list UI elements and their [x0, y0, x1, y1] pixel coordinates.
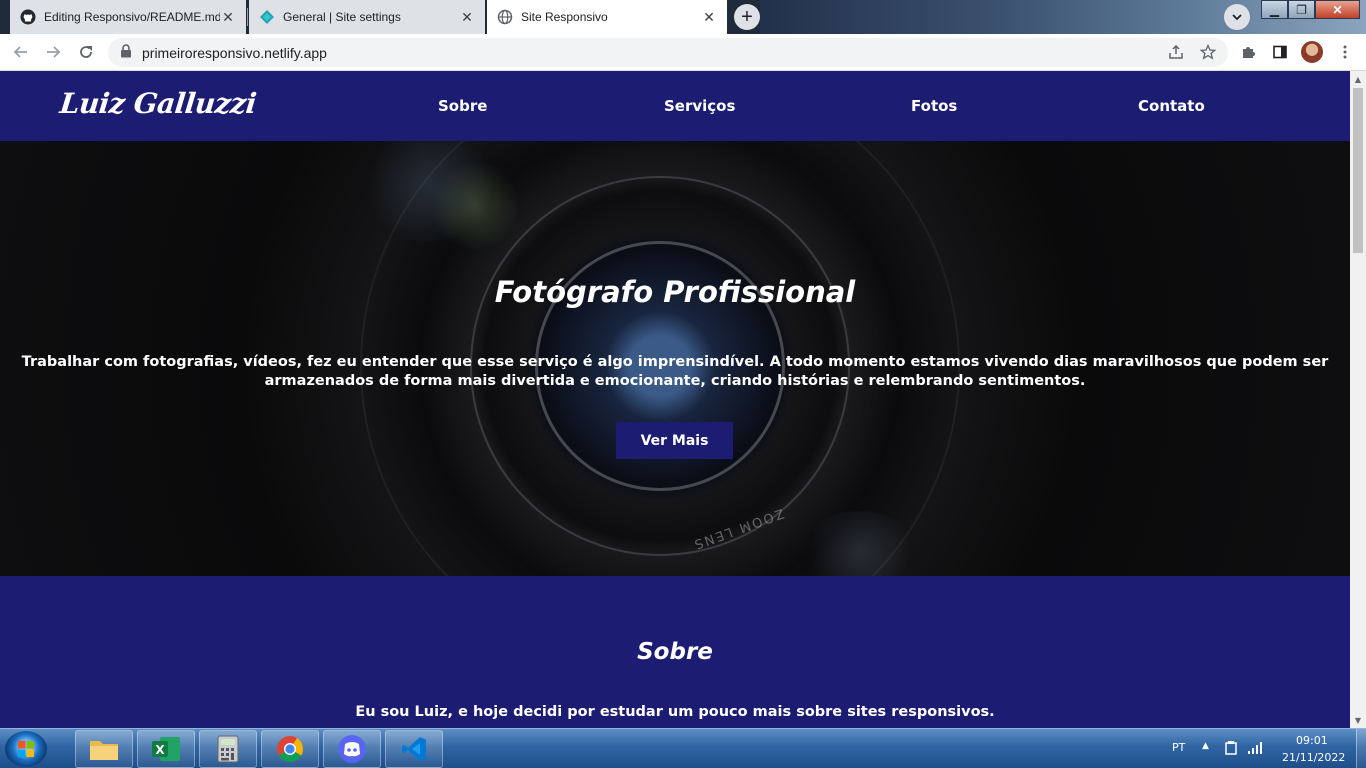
action-center-icon[interactable] — [1224, 740, 1238, 759]
close-tab-icon[interactable]: ✕ — [459, 9, 475, 25]
hero-title: Fotógrafo Profissional — [494, 275, 856, 309]
about-text: Eu sou Luiz, e hoje decidi por estudar u… — [355, 704, 995, 720]
scroll-up-arrow-icon[interactable]: ▲ — [1350, 71, 1366, 87]
show-hidden-icons-icon[interactable]: ▲ — [1202, 741, 1209, 751]
profile-avatar[interactable] — [1301, 41, 1323, 63]
tab-search-button[interactable] — [1224, 4, 1250, 30]
close-tab-icon[interactable]: ✕ — [701, 9, 717, 25]
chrome-icon — [277, 736, 304, 763]
site-logo[interactable]: Luiz Galluzzi — [58, 87, 257, 120]
svg-text:X: X — [155, 743, 165, 757]
close-window-button[interactable]: ✕ — [1315, 0, 1360, 19]
arrow-left-icon — [13, 46, 27, 58]
taskbar-discord[interactable] — [323, 730, 381, 768]
tab-title: Site Responsivo — [521, 10, 608, 24]
site-navbar: Luiz Galluzzi Sobre Serviços Fotos Conta… — [0, 71, 1350, 141]
nav-link-servicos[interactable]: Serviços — [664, 97, 735, 115]
about-title: Sobre — [637, 639, 713, 665]
github-icon — [20, 9, 36, 25]
globe-icon — [497, 9, 513, 25]
taskbar-excel[interactable]: X — [137, 730, 195, 768]
taskbar-vscode[interactable] — [385, 730, 443, 768]
clock-time[interactable]: 09:01 — [1296, 734, 1328, 747]
nav-link-fotos[interactable]: Fotos — [911, 97, 957, 115]
chrome-menu-button[interactable] — [1333, 40, 1357, 64]
forward-button[interactable] — [41, 40, 65, 64]
tab-github-readme[interactable]: Editing Responsivo/README.md ✕ — [10, 0, 246, 34]
ver-mais-button[interactable]: Ver Mais — [616, 422, 733, 459]
restore-icon: ❐ — [1296, 2, 1307, 17]
nav-link-sobre[interactable]: Sobre — [438, 97, 487, 115]
extensions-button[interactable] — [1236, 40, 1260, 64]
start-button[interactable] — [5, 731, 47, 767]
calculator-icon — [217, 735, 239, 763]
more-vert-icon — [1343, 45, 1347, 59]
browser-tab-strip: Editing Responsivo/README.md ✕ General |… — [0, 0, 1366, 34]
page-viewport: Luiz Galluzzi Sobre Serviços Fotos Conta… — [0, 71, 1350, 728]
lock-icon — [120, 43, 132, 62]
browser-toolbar: primeiroresponsivo.netlify.app — [0, 34, 1366, 71]
tab-netlify-settings[interactable]: General | Site settings ✕ — [249, 0, 485, 34]
tab-title: Editing Responsivo/README.md — [44, 10, 220, 24]
back-button[interactable] — [9, 40, 33, 64]
tab-separator — [247, 8, 248, 26]
star-icon — [1200, 44, 1216, 60]
page-scrollbar[interactable]: ▲ ▼ — [1350, 71, 1366, 728]
bookmark-button[interactable] — [1196, 40, 1220, 64]
reload-button[interactable] — [74, 40, 98, 64]
show-desktop-button[interactable] — [1356, 729, 1366, 768]
url-text: primeiroresponsivo.netlify.app — [142, 44, 327, 61]
discord-icon — [338, 735, 366, 763]
vscode-icon — [402, 737, 426, 761]
folder-icon — [90, 741, 118, 760]
scroll-down-arrow-icon[interactable]: ▼ — [1350, 712, 1366, 728]
network-signal-icon[interactable] — [1247, 741, 1263, 758]
tab-site-responsivo[interactable]: Site Responsivo ✕ — [487, 0, 727, 34]
new-tab-button[interactable]: + — [734, 4, 760, 30]
close-icon: ✕ — [1332, 2, 1343, 17]
minimize-icon: ▁ — [1269, 2, 1280, 17]
share-icon — [1169, 44, 1183, 59]
chevron-down-icon — [1231, 8, 1243, 27]
scroll-thumb[interactable] — [1353, 88, 1363, 253]
share-button[interactable] — [1164, 40, 1188, 64]
close-tab-icon[interactable]: ✕ — [220, 9, 236, 25]
address-bar[interactable]: primeiroresponsivo.netlify.app — [108, 38, 1228, 67]
side-panel-icon — [1273, 45, 1287, 59]
excel-icon: X — [152, 737, 180, 761]
hero-description: Trabalhar com fotografias, vídeos, fez e… — [21, 354, 1329, 389]
taskbar-calculator[interactable] — [199, 730, 257, 768]
side-panel-button[interactable] — [1268, 40, 1292, 64]
clock-date[interactable]: 21/11/2022 — [1282, 751, 1345, 764]
about-section: Sobre Eu sou Luiz, e hoje decidi por est… — [0, 576, 1350, 728]
arrow-right-icon — [47, 46, 61, 58]
nav-link-contato[interactable]: Contato — [1138, 97, 1205, 115]
language-indicator[interactable]: PT — [1172, 741, 1185, 754]
puzzle-icon — [1243, 47, 1255, 58]
windows-logo-icon — [18, 741, 34, 757]
windows-taskbar: X PT ▲ 09:01 21/11/2022 — [0, 728, 1366, 768]
minimize-window-button[interactable]: ▁ — [1261, 0, 1288, 19]
taskbar-chrome[interactable] — [261, 730, 319, 768]
tab-title: General | Site settings — [283, 10, 401, 24]
hero-section: ZOOM LENS Fotógrafo Profissional Trabalh… — [0, 141, 1350, 576]
taskbar-explorer[interactable] — [75, 730, 133, 768]
netlify-icon — [259, 9, 275, 25]
maximize-window-button[interactable]: ❐ — [1288, 0, 1315, 19]
reload-icon — [80, 46, 92, 58]
